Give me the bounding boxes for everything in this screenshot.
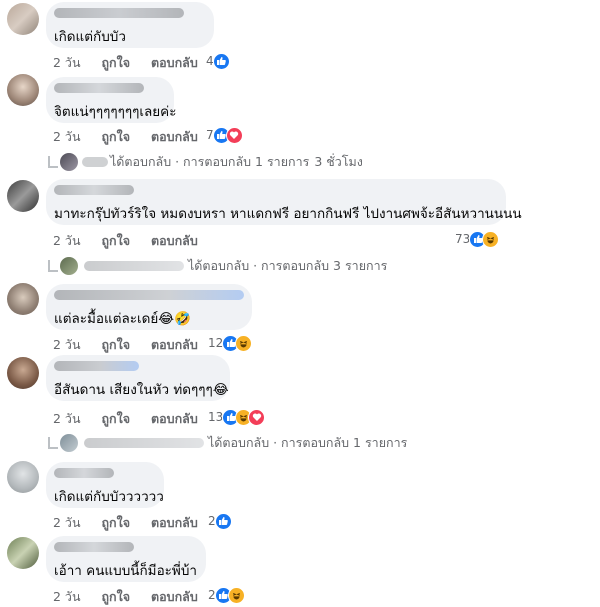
reply-avatar	[60, 153, 78, 171]
reaction-summary[interactable]: 73	[455, 230, 500, 248]
comment-time[interactable]: 2 วัน	[53, 129, 81, 144]
comment-actions: 2 วัน ถูกใจ ตอบกลับ	[53, 409, 215, 429]
blurred-reply-author	[84, 261, 184, 271]
comment-actions: 2 วัน ถูกใจ ตอบกลับ	[53, 127, 215, 147]
avatar[interactable]	[7, 357, 39, 389]
comment-bubble: เอ้าา คนแบบนี้ก็มีอะพี่บ้า	[46, 536, 206, 582]
reply-connector-icon	[48, 260, 58, 272]
comment-text: เกิดแต่กับบัว	[54, 29, 126, 45]
blurred-author-name[interactable]	[54, 185, 134, 195]
comment-actions: 2 วัน ถูกใจ ตอบกลับ	[53, 335, 215, 355]
love-reaction-icon	[225, 126, 243, 144]
avatar[interactable]	[7, 537, 39, 569]
comment-text: จิตแน่ๆๆๆๆๆๆๆเลยค่ะ	[54, 104, 177, 120]
replies-label: ได้ตอบกลับ · การตอบกลับ 1 รายการ	[110, 154, 310, 169]
replies-label: ได้ตอบกลับ · การตอบกลับ 1 รายการ	[208, 435, 408, 450]
comment-text: อีสันดาน เสียงในหัว ท่ดๆๆๆ😂	[54, 378, 229, 400]
reply-button[interactable]: ตอบกลับ	[151, 589, 198, 604]
comment-time[interactable]: 2 วัน	[53, 589, 81, 604]
like-button[interactable]: ถูกใจ	[101, 233, 130, 248]
comment-actions: 2 วัน ถูกใจ ตอบกลับ	[53, 53, 215, 73]
blurred-author-name[interactable]	[54, 468, 114, 478]
reply-button[interactable]: ตอบกลับ	[151, 411, 198, 426]
reaction-count: 12	[208, 336, 224, 350]
avatar[interactable]	[7, 283, 39, 315]
like-reaction-icon	[212, 52, 230, 70]
reply-button[interactable]: ตอบกลับ	[151, 233, 198, 248]
avatar[interactable]	[7, 461, 39, 493]
comment-bubble: อีสันดาน เสียงในหัว ท่ดๆๆๆ😂	[46, 355, 230, 401]
replies-label: ได้ตอบกลับ · การตอบกลับ 3 รายการ	[188, 258, 388, 273]
like-reaction-icon	[214, 512, 232, 530]
blurred-reply-author	[84, 438, 204, 448]
view-replies-link[interactable]: ได้ตอบกลับ · การตอบกลับ 1 รายการ 3 ชั่วโ…	[48, 152, 363, 172]
blurred-author-name[interactable]	[54, 83, 144, 93]
comment-text: เอ้าา คนแบบนี้ก็มีอะพี่บ้า	[54, 563, 197, 579]
haha-reaction-icon	[235, 334, 253, 352]
like-button[interactable]: ถูกใจ	[101, 55, 130, 70]
comment-time[interactable]: 2 วัน	[53, 411, 81, 426]
reaction-summary[interactable]: 13	[208, 408, 266, 426]
avatar[interactable]	[7, 74, 39, 106]
comment-bubble: จิตแน่ๆๆๆๆๆๆๆเลยค่ะ	[46, 77, 177, 123]
like-button[interactable]: ถูกใจ	[101, 129, 130, 144]
comment-emoji: 😂	[212, 382, 229, 398]
reply-avatar	[60, 257, 78, 275]
like-button[interactable]: ถูกใจ	[101, 337, 130, 352]
comment-actions: 2 วัน ถูกใจ ตอบกลับ	[53, 513, 215, 533]
comment-text-body: อีสันดาน เสียงในหัว ท่ดๆๆๆ	[54, 382, 213, 398]
reaction-summary[interactable]: 2	[208, 586, 245, 604]
like-button[interactable]: ถูกใจ	[101, 411, 130, 426]
reply-button[interactable]: ตอบกลับ	[151, 337, 198, 352]
reaction-summary[interactable]: 4	[206, 52, 230, 70]
reply-connector-icon	[48, 156, 58, 168]
comment-text: แต่ละมื้อแต่ละเดย์😂🤣	[54, 307, 191, 329]
love-reaction-icon	[248, 408, 266, 426]
comment-text: เกิดแต่กับบัวววววว	[54, 489, 164, 505]
blurred-author-name[interactable]	[54, 290, 244, 300]
reaction-count: 73	[455, 232, 471, 246]
view-replies-link[interactable]: ได้ตอบกลับ · การตอบกลับ 1 รายการ	[48, 433, 407, 453]
like-button[interactable]: ถูกใจ	[101, 515, 130, 530]
reply-button[interactable]: ตอบกลับ	[151, 129, 198, 144]
haha-reaction-icon	[227, 586, 245, 604]
reaction-count: 13	[208, 410, 224, 424]
reply-avatar	[60, 434, 78, 452]
comment-time[interactable]: 2 วัน	[53, 515, 81, 530]
comment-time[interactable]: 2 วัน	[53, 233, 81, 248]
haha-reaction-icon	[482, 230, 500, 248]
like-button[interactable]: ถูกใจ	[101, 589, 130, 604]
reply-connector-icon	[48, 437, 58, 449]
comment-text-body: แต่ละมื้อแต่ละเดย์	[54, 311, 159, 327]
comment-bubble: แต่ละมื้อแต่ละเดย์😂🤣	[46, 284, 252, 330]
reply-button[interactable]: ตอบกลับ	[151, 515, 198, 530]
view-replies-link[interactable]: ได้ตอบกลับ · การตอบกลับ 3 รายการ	[48, 256, 387, 276]
comment-text: มาทะกรุ๊ปทัวร์ริใจ หมดงบหรา หาแดกฟรี อยา…	[54, 206, 522, 222]
avatar[interactable]	[7, 180, 39, 212]
comment-bubble: เกิดแต่กับบัว	[46, 2, 214, 48]
blurred-author-name[interactable]	[54, 361, 139, 371]
blurred-author-name[interactable]	[54, 8, 184, 18]
comment-emoji: 😂🤣	[158, 311, 191, 327]
blurred-author-name[interactable]	[54, 542, 134, 552]
comment-actions: 2 วัน ถูกใจ ตอบกลับ	[53, 231, 215, 251]
reply-button[interactable]: ตอบกลับ	[151, 55, 198, 70]
comment-actions: 2 วัน ถูกใจ ตอบกลับ	[53, 587, 215, 607]
reaction-summary[interactable]: 2	[208, 512, 232, 530]
comment-bubble: เกิดแต่กับบัวววววว	[46, 462, 164, 508]
avatar[interactable]	[7, 3, 39, 35]
replies-time: 3 ชั่วโมง	[314, 154, 363, 169]
reaction-summary[interactable]: 12	[208, 334, 253, 352]
blurred-reply-author	[82, 157, 108, 167]
comment-time[interactable]: 2 วัน	[53, 337, 81, 352]
reaction-summary[interactable]: 7	[206, 126, 243, 144]
comment-time[interactable]: 2 วัน	[53, 55, 81, 70]
comment-bubble: มาทะกรุ๊ปทัวร์ริใจ หมดงบหรา หาแดกฟรี อยา…	[46, 179, 522, 225]
